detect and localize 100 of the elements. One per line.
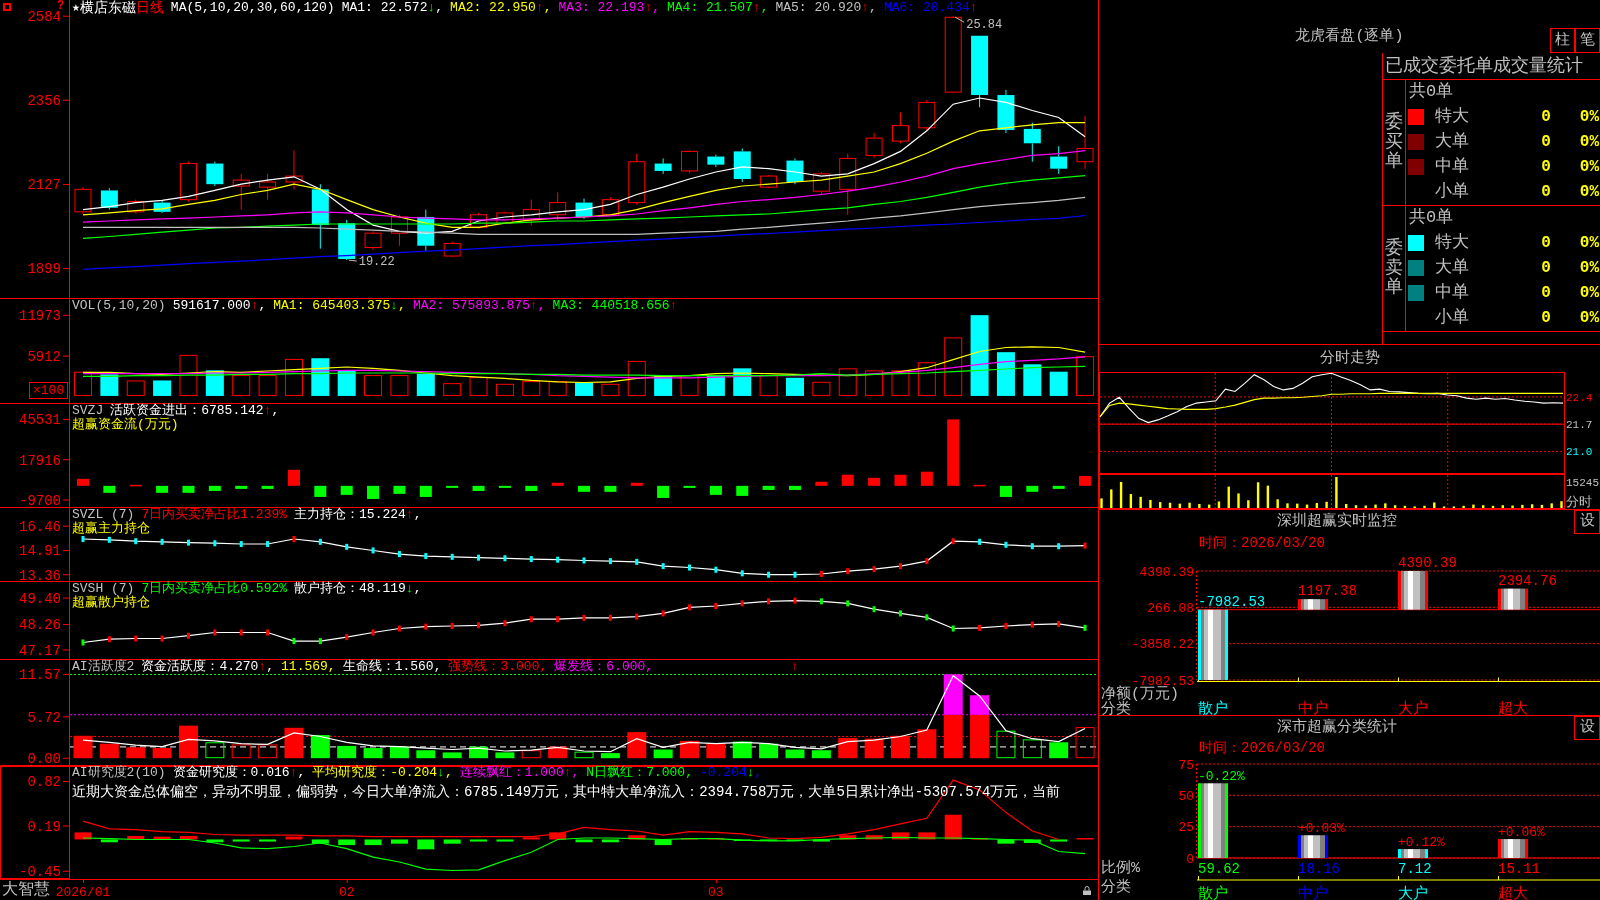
timestamp: 时间：2026/03/20 bbox=[1198, 740, 1326, 756]
y-axis-label: -0.45 bbox=[19, 864, 61, 881]
category-label: 中户 bbox=[1298, 886, 1328, 900]
indicator-reading: SVSH (7) bbox=[72, 582, 135, 596]
order-count: 0 bbox=[1540, 106, 1552, 128]
indicator-reading: N日飘红：7.000, bbox=[586, 766, 693, 780]
y-axis-label: 4390.39 bbox=[1139, 564, 1194, 580]
y-axis-label: 0.82 bbox=[27, 774, 61, 791]
y-axis-label: 5912 bbox=[27, 349, 61, 366]
indicator-reading: 平均研究度：-0.204↓, bbox=[312, 766, 453, 780]
value-label: 7.12 bbox=[1398, 860, 1432, 877]
indicator-title: 超赢散户持仓 bbox=[72, 596, 150, 609]
y-axis-label: 49.40 bbox=[19, 590, 61, 607]
indicator-reading: SVZJ bbox=[72, 404, 104, 418]
indicator-reading: 11.569, bbox=[281, 660, 336, 674]
category-label: 超大 bbox=[1498, 886, 1528, 900]
timestamp: 时间：2026/03/20 bbox=[1198, 534, 1326, 552]
indicator-reading: AI活跃度2 bbox=[72, 660, 135, 674]
order-percent: 0% bbox=[1578, 156, 1599, 178]
indicator-reading: 资金研究度：0.016↑, bbox=[172, 766, 306, 780]
y-axis-label: 266.08 bbox=[1147, 600, 1194, 616]
unit-label: ×100 bbox=[29, 382, 69, 399]
indicator-reading: MA6: 20.434↑ bbox=[883, 1, 978, 15]
indicator-reading: 生命线：1.560, bbox=[342, 660, 442, 674]
order-size-label: 中单 bbox=[1434, 155, 1470, 178]
order-size-label: 中单 bbox=[1434, 281, 1470, 304]
date-label: 03 bbox=[708, 884, 724, 899]
indicator-reading: 爆发线：6.000, bbox=[554, 660, 654, 674]
y-axis-label: 0 bbox=[1186, 851, 1194, 867]
category-label: 超大 bbox=[1498, 701, 1528, 715]
value-label: -7982.53 bbox=[1198, 593, 1266, 610]
order-size-label: 小单 bbox=[1434, 306, 1470, 329]
indicator-reading: 资金活跃度：4.270↑, bbox=[141, 660, 275, 674]
indicator-reading: MA1: 22.572↓, bbox=[341, 1, 444, 15]
y-axis-label: 2584 bbox=[27, 9, 61, 26]
order-size-label: 大单 bbox=[1434, 256, 1470, 279]
y-axis-label: 2356 bbox=[27, 93, 61, 110]
signal-arrow: ↑ bbox=[791, 660, 799, 674]
y-axis-label: 2127 bbox=[27, 177, 61, 194]
indicator-reading: -0.204↓, bbox=[699, 766, 763, 780]
indicator-reading: 散户持仓：48.119↓, bbox=[294, 582, 422, 596]
panel-title: 深市超赢分类统计 bbox=[1275, 717, 1398, 738]
side-label: 委买单 bbox=[1385, 112, 1403, 173]
table-title: 已成交委托单成交量统计 bbox=[1384, 54, 1583, 78]
change-label: +0.12% bbox=[1398, 835, 1445, 851]
indicator-reading: 活跃资金进出：6785.142↑, bbox=[110, 404, 280, 418]
value-label: 4390.39 bbox=[1398, 555, 1457, 571]
y-axis-label: 17916 bbox=[19, 452, 61, 469]
order-count: 0 bbox=[1540, 282, 1552, 304]
change-label: +0.06% bbox=[1498, 825, 1545, 841]
category-label: 中户 bbox=[1298, 701, 1328, 715]
low-price-label: 19.22 bbox=[358, 255, 395, 270]
category-label: 大户 bbox=[1398, 701, 1428, 715]
order-percent: 0% bbox=[1578, 181, 1599, 203]
y-axis-label: 0.19 bbox=[27, 818, 61, 835]
value-label: 59.62 bbox=[1198, 860, 1240, 877]
indicator-reading: 连续飘红：1.000↑, bbox=[459, 766, 580, 780]
indicator-reading: VOL(5,10,20) bbox=[72, 299, 166, 313]
indicator-reading: MA(5,10,20,30,60,120) bbox=[170, 1, 335, 15]
indicator-reading: MA5: 20.920↑, bbox=[775, 1, 877, 15]
order-size-label: 小单 bbox=[1434, 180, 1470, 203]
y-axis-label: 16.46 bbox=[19, 519, 61, 536]
axis-title: 分时 bbox=[1566, 494, 1592, 509]
indicator-reading: MA1: 645403.375↓, bbox=[273, 299, 406, 313]
order-count: 0 bbox=[1540, 307, 1552, 329]
y-axis-label: 14.91 bbox=[19, 543, 61, 560]
order-total: 共0单 bbox=[1408, 207, 1455, 229]
indicator-reading: AI研究度2(10) bbox=[72, 766, 166, 780]
help-mark: ? bbox=[57, 0, 65, 12]
y-axis-label: 22.4 bbox=[1566, 391, 1593, 404]
y-axis-label: 13.36 bbox=[19, 567, 61, 581]
indicator-reading: MA4: 21.507↑, bbox=[667, 1, 769, 15]
y-axis-label: 50 bbox=[1178, 788, 1194, 804]
y-axis-label: 75 bbox=[1178, 757, 1194, 773]
y-axis-label: 25 bbox=[1178, 820, 1194, 836]
order-percent: 0% bbox=[1578, 307, 1599, 329]
order-size-label: 特大 bbox=[1434, 231, 1470, 254]
order-count: 0 bbox=[1540, 257, 1552, 279]
y-axis-label: 5.72 bbox=[27, 709, 61, 726]
order-percent: 0% bbox=[1578, 106, 1599, 128]
axis-title: 比例% bbox=[1101, 860, 1140, 878]
indicator-reading: 591617.000↑, bbox=[172, 299, 267, 313]
category-label: 散户 bbox=[1198, 701, 1228, 715]
order-size-label: 特大 bbox=[1434, 105, 1470, 128]
category-label: 大户 bbox=[1398, 886, 1428, 900]
indicator-reading: 7日内买卖净占比0.592% bbox=[141, 582, 288, 596]
panel-title: 分时走势 bbox=[1318, 348, 1381, 369]
order-percent: 0% bbox=[1578, 232, 1599, 254]
favorite-mark: ★ bbox=[72, 1, 80, 15]
indicator-reading: MA3: 440518.656↑ bbox=[552, 299, 678, 313]
change-label: +0.03% bbox=[1298, 821, 1345, 837]
indicator-reading: SVZL (7) bbox=[72, 508, 135, 522]
order-percent: 0% bbox=[1578, 257, 1599, 279]
stock-name: 横店东磁 bbox=[79, 1, 136, 15]
axis-title: 分类 bbox=[1101, 879, 1131, 897]
high-price-label: 25.84 bbox=[966, 18, 1003, 33]
order-percent: 0% bbox=[1578, 282, 1599, 304]
indicator-reading: 主力持仓：15.224↑, bbox=[294, 508, 422, 522]
indicator-reading: MA2: 22.950↑, bbox=[450, 1, 552, 15]
scale-label: 15245 bbox=[1566, 476, 1599, 489]
